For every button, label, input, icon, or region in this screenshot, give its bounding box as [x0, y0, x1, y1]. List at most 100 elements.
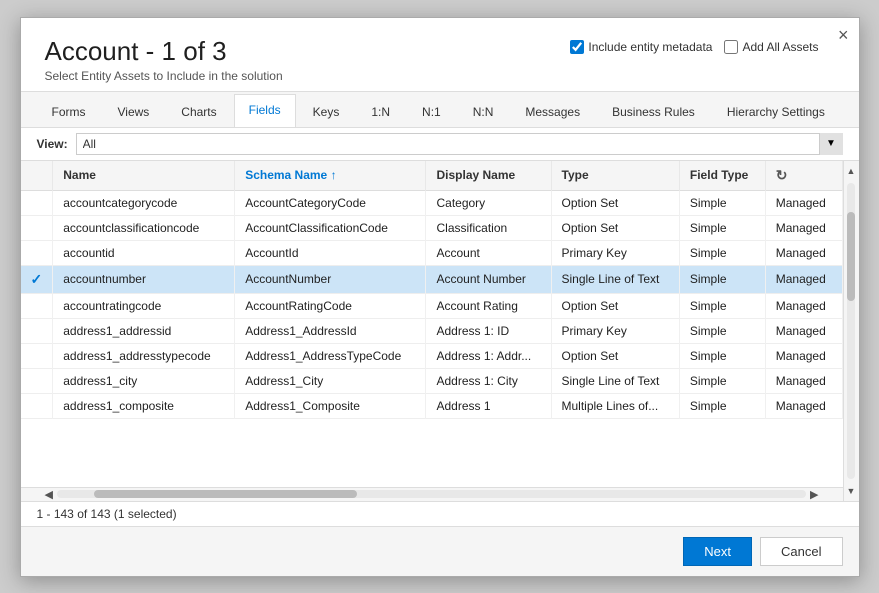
- cell-type: Option Set: [551, 215, 679, 240]
- cell-state: Managed: [765, 190, 842, 215]
- cell-check[interactable]: [21, 343, 53, 368]
- include-metadata-text: Include entity metadata: [588, 40, 712, 54]
- cell-state: Managed: [765, 265, 842, 293]
- cell-display_name: Account Rating: [426, 293, 551, 318]
- add-all-assets-label[interactable]: Add All Assets: [724, 40, 818, 54]
- cell-check[interactable]: [21, 368, 53, 393]
- cell-name: accountid: [53, 240, 235, 265]
- cell-name: accountnumber: [53, 265, 235, 293]
- cancel-button[interactable]: Cancel: [760, 537, 842, 566]
- cell-type: Option Set: [551, 190, 679, 215]
- cell-field_type: Simple: [679, 318, 765, 343]
- table-row[interactable]: address1_compositeAddress1_CompositeAddr…: [21, 393, 843, 418]
- cell-check[interactable]: [21, 393, 53, 418]
- cell-schema_name: Address1_AddressTypeCode: [235, 343, 426, 368]
- header-right: Include entity metadata Add All Assets: [570, 40, 818, 54]
- cell-field_type: Simple: [679, 240, 765, 265]
- cell-state: Managed: [765, 368, 842, 393]
- col-header-field_type[interactable]: Field Type: [679, 161, 765, 191]
- row-checkmark: ✓: [31, 271, 43, 287]
- cell-type: Option Set: [551, 293, 679, 318]
- view-bar: View: All ▼: [21, 128, 859, 161]
- tab-charts[interactable]: Charts: [166, 96, 231, 127]
- cell-schema_name: Address1_AddressId: [235, 318, 426, 343]
- cell-check[interactable]: [21, 215, 53, 240]
- cell-state: Managed: [765, 215, 842, 240]
- cell-field_type: Simple: [679, 215, 765, 240]
- table-row[interactable]: accountidAccountIdAccountPrimary KeySimp…: [21, 240, 843, 265]
- hscroll-track[interactable]: [57, 490, 806, 498]
- add-all-assets-checkbox[interactable]: [724, 40, 738, 54]
- tab-forms[interactable]: Forms: [37, 96, 101, 127]
- cell-display_name: Category: [426, 190, 551, 215]
- include-metadata-checkbox[interactable]: [570, 40, 584, 54]
- vscroll-thumb: [847, 212, 855, 301]
- vscroll-track[interactable]: [847, 183, 855, 479]
- tab-fields[interactable]: Fields: [234, 94, 296, 127]
- vertical-scrollbar[interactable]: ▲ ▼: [843, 161, 859, 501]
- table-row[interactable]: accountcategorycodeAccountCategoryCodeCa…: [21, 190, 843, 215]
- horizontal-scrollbar[interactable]: ◀ ▶: [21, 487, 843, 501]
- table-row[interactable]: accountratingcodeAccountRatingCodeAccoun…: [21, 293, 843, 318]
- table-row[interactable]: address1_addressidAddress1_AddressIdAddr…: [21, 318, 843, 343]
- include-metadata-label[interactable]: Include entity metadata: [570, 40, 712, 54]
- scroll-right-icon[interactable]: ▶: [806, 488, 822, 501]
- cell-display_name: Address 1: Addr...: [426, 343, 551, 368]
- col-header-name[interactable]: Name: [53, 161, 235, 191]
- cell-check[interactable]: [21, 240, 53, 265]
- tab-messages[interactable]: Messages: [510, 96, 595, 127]
- tab-views[interactable]: Views: [103, 96, 165, 127]
- scroll-down-icon[interactable]: ▼: [843, 481, 859, 501]
- col-header-schema_name[interactable]: Schema Name ↑: [235, 161, 426, 191]
- main-dialog: × Account - 1 of 3 Select Entity Assets …: [20, 17, 860, 577]
- tab-keys[interactable]: Keys: [298, 96, 355, 127]
- status-bar: 1 - 143 of 143 (1 selected): [21, 501, 859, 526]
- tab-1-n[interactable]: 1:N: [356, 96, 405, 127]
- col-header-display_name[interactable]: Display Name: [426, 161, 551, 191]
- cell-display_name: Address 1: City: [426, 368, 551, 393]
- cell-type: Single Line of Text: [551, 368, 679, 393]
- table-row[interactable]: address1_addresstypecodeAddress1_Address…: [21, 343, 843, 368]
- add-all-assets-text: Add All Assets: [742, 40, 818, 54]
- refresh-icon[interactable]: ↻: [776, 167, 788, 183]
- cell-name: accountclassificationcode: [53, 215, 235, 240]
- fields-table: NameSchema Name ↑Display NameTypeField T…: [21, 161, 843, 419]
- col-header-check[interactable]: [21, 161, 53, 191]
- tab-n-1[interactable]: N:1: [407, 96, 456, 127]
- tab-n-n[interactable]: N:N: [458, 96, 509, 127]
- tab-business-rules[interactable]: Business Rules: [597, 96, 710, 127]
- view-select[interactable]: All: [76, 133, 843, 155]
- cell-schema_name: AccountCategoryCode: [235, 190, 426, 215]
- table-row[interactable]: accountclassificationcodeAccountClassifi…: [21, 215, 843, 240]
- cell-state: Managed: [765, 343, 842, 368]
- cell-state: Managed: [765, 393, 842, 418]
- col-header-state[interactable]: ↻: [765, 161, 842, 191]
- cell-name: address1_addresstypecode: [53, 343, 235, 368]
- tab-hierarchy-settings[interactable]: Hierarchy Settings: [712, 96, 840, 127]
- tab-bar: FormsViewsChartsFieldsKeys1:NN:1N:NMessa…: [21, 92, 859, 128]
- cell-display_name: Account: [426, 240, 551, 265]
- cell-schema_name: AccountId: [235, 240, 426, 265]
- cell-state: Managed: [765, 240, 842, 265]
- cell-check[interactable]: ✓: [21, 265, 53, 293]
- cell-check[interactable]: [21, 190, 53, 215]
- cell-state: Managed: [765, 318, 842, 343]
- dialog-footer: Next Cancel: [21, 526, 859, 576]
- table-wrapper[interactable]: NameSchema Name ↑Display NameTypeField T…: [21, 161, 843, 487]
- cell-schema_name: Address1_Composite: [235, 393, 426, 418]
- cell-name: address1_composite: [53, 393, 235, 418]
- scroll-up-icon[interactable]: ▲: [843, 161, 859, 181]
- close-button[interactable]: ×: [838, 26, 849, 44]
- cell-check[interactable]: [21, 318, 53, 343]
- table-row[interactable]: ✓accountnumberAccountNumberAccount Numbe…: [21, 265, 843, 293]
- cell-state: Managed: [765, 293, 842, 318]
- cell-check[interactable]: [21, 293, 53, 318]
- cell-display_name: Account Number: [426, 265, 551, 293]
- cell-field_type: Simple: [679, 343, 765, 368]
- cell-schema_name: AccountClassificationCode: [235, 215, 426, 240]
- table-row[interactable]: address1_cityAddress1_CityAddress 1: Cit…: [21, 368, 843, 393]
- col-header-type[interactable]: Type: [551, 161, 679, 191]
- scroll-left-icon[interactable]: ◀: [41, 488, 57, 501]
- next-button[interactable]: Next: [683, 537, 752, 566]
- cell-field_type: Simple: [679, 190, 765, 215]
